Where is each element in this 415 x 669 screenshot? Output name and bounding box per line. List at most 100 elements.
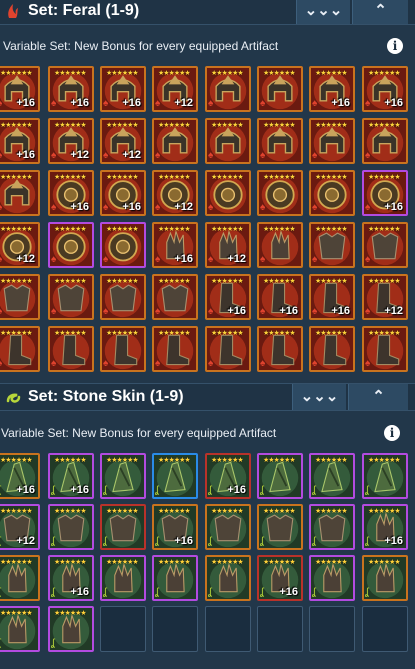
- artifact-slot[interactable]: ★★★★★★ ʆ: [257, 453, 303, 499]
- artifact-slot[interactable]: ★★★★★★ ♠: [100, 274, 146, 320]
- artifact-slot[interactable]: ★★★★★★ ♠ +16: [362, 170, 408, 216]
- artifact-slot[interactable]: ★★★★★★ ʆ +16: [48, 555, 94, 601]
- star-rating: ★★★★★★: [0, 70, 33, 77]
- stone-skin-icon: ʆ: [312, 485, 316, 496]
- info-icon[interactable]: i: [384, 425, 400, 441]
- stone-skin-set-header[interactable]: Set: Stone Skin (1-9) ⌄⌄⌄ ⌃: [0, 383, 415, 411]
- artifact-slot[interactable]: ★★★★★★ ♠ +16: [100, 170, 146, 216]
- artifact-slot[interactable]: ★★★★★★ ʆ: [0, 606, 40, 652]
- artifact-slot[interactable]: ★★★★★★ ♠: [100, 326, 146, 372]
- collapse-section-button[interactable]: ⌃: [352, 0, 408, 24]
- artifact-slot[interactable]: ★★★★★★ ʆ: [309, 555, 355, 601]
- artifact-slot[interactable]: ★★★★★★ ʆ +16: [152, 504, 198, 550]
- artifact-slot[interactable]: ★★★★★★ ♠ +16: [100, 66, 146, 112]
- artifact-slot[interactable]: ★★★★★★ ♠: [152, 118, 198, 164]
- artifact-slot[interactable]: ★★★★★★ ♠ +12: [0, 222, 40, 268]
- artifact-slot[interactable]: ★★★★★★ ♠: [362, 118, 408, 164]
- artifact-slot[interactable]: ★★★★★★ ʆ +16: [48, 453, 94, 499]
- artifact-slot[interactable]: ★★★★★★ ♠: [362, 222, 408, 268]
- artifact-slot[interactable]: ★★★★★★ ♠: [309, 170, 355, 216]
- artifact-slot[interactable]: ★★★★★★ ʆ: [100, 555, 146, 601]
- artifact-slot[interactable]: ★★★★★★ ʆ +16: [362, 504, 408, 550]
- artifact-slot[interactable]: ★★★★★★ ♠ +16: [152, 222, 198, 268]
- artifact-slot[interactable]: ★★★★★★ ♠: [48, 274, 94, 320]
- artifact-slot[interactable]: ★★★★★★ ♠: [0, 326, 40, 372]
- artifact-slot[interactable]: ★★★★★★ ♠: [152, 274, 198, 320]
- artifact-slot[interactable]: ★★★★★★ ʆ: [48, 606, 94, 652]
- stone-skin-icon: ʆ: [260, 485, 264, 496]
- artifact-slot[interactable]: ★★★★★★ ʆ: [100, 504, 146, 550]
- artifact-slot[interactable]: ★★★★★★ ʆ: [309, 504, 355, 550]
- artifact-slot[interactable]: ★★★★★★ ♠: [257, 170, 303, 216]
- artifact-slot[interactable]: ★★★★★★ ♠: [257, 326, 303, 372]
- artifact-level: +16: [384, 201, 403, 213]
- artifact-level: +16: [122, 201, 141, 213]
- artifact-slot[interactable]: ★★★★★★ ♠ +12: [48, 118, 94, 164]
- artifact-slot[interactable]: ★★★★★★ ʆ +12: [0, 504, 40, 550]
- artifact-slot[interactable]: ★★★★★★ ♠ +16: [205, 274, 251, 320]
- artifact-slot[interactable]: ★★★★★★ ♠: [0, 274, 40, 320]
- feral-claw-icon: ♠: [155, 254, 161, 265]
- collapse-all-button[interactable]: ⌄⌄⌄: [296, 0, 350, 24]
- star-rating: ★★★★★★: [263, 174, 296, 181]
- artifact-slot[interactable]: ★★★★★★ ♠ +12: [152, 170, 198, 216]
- artifact-slot[interactable]: ★★★★★★ ʆ: [362, 555, 408, 601]
- artifact-slot[interactable]: ★★★★★★ ʆ: [205, 555, 251, 601]
- artifact-slot[interactable]: ★★★★★★ ♠: [257, 66, 303, 112]
- artifact-slot[interactable]: ★★★★★★ ♠: [205, 118, 251, 164]
- artifact-slot[interactable]: ★★★★★★ ♠ +12: [100, 118, 146, 164]
- artifact-slot[interactable]: ★★★★★★ ʆ +16: [0, 453, 40, 499]
- artifact-slot[interactable]: ★★★★★★ ʆ: [257, 504, 303, 550]
- stone-skin-icon: ʆ: [365, 536, 369, 547]
- star-rating: ★★★★★★: [315, 508, 348, 515]
- feral-set-header[interactable]: Set: Feral (1-9) ⌄⌄⌄ ⌃: [0, 0, 415, 25]
- star-rating: ★★★★★★: [368, 457, 401, 464]
- artifact-slot[interactable]: ★★★★★★ ♠ +16: [257, 274, 303, 320]
- artifact-slot[interactable]: ★★★★★★ ♠ +16: [362, 66, 408, 112]
- feral-claw-icon: ♠: [103, 306, 109, 317]
- star-rating: ★★★★★★: [263, 122, 296, 129]
- feral-claw-icon: ♠: [103, 358, 109, 369]
- artifact-slot[interactable]: ★★★★★★ ♠: [309, 326, 355, 372]
- feral-claw-icon: ♠: [365, 150, 371, 161]
- artifact-slot[interactable]: ★★★★★★ ♠: [205, 66, 251, 112]
- star-rating: ★★★★★★: [158, 559, 191, 566]
- artifact-slot[interactable]: ★★★★★★ ♠: [205, 170, 251, 216]
- artifact-slot[interactable]: ★★★★★★ ♠ +16: [309, 66, 355, 112]
- collapse-all-button[interactable]: ⌄⌄⌄: [292, 384, 346, 410]
- artifact-slot[interactable]: ★★★★★★ ʆ: [309, 453, 355, 499]
- artifact-slot[interactable]: ★★★★★★ ♠ +12: [362, 274, 408, 320]
- collapse-section-button[interactable]: ⌃: [348, 384, 408, 410]
- feral-claw-icon: ♠: [0, 151, 2, 161]
- artifact-slot[interactable]: ★★★★★★ ♠ +12: [205, 222, 251, 268]
- artifact-slot[interactable]: ★★★★★★ ♠ +12: [152, 66, 198, 112]
- artifact-slot[interactable]: ★★★★★★ ♠ +16: [0, 118, 40, 164]
- artifact-slot[interactable]: ★★★★★★ ʆ +16: [205, 453, 251, 499]
- artifact-slot[interactable]: ★★★★★★ ♠: [257, 222, 303, 268]
- artifact-slot[interactable]: ★★★★★★ ʆ: [48, 504, 94, 550]
- artifact-slot[interactable]: ★★★★★★ ♠: [152, 326, 198, 372]
- artifact-slot[interactable]: ★★★★★★ ♠: [362, 326, 408, 372]
- artifact-slot[interactable]: ★★★★★★ ♠: [309, 222, 355, 268]
- feral-claw-icon: ♠: [312, 306, 318, 317]
- artifact-slot[interactable]: ★★★★★★ ʆ: [100, 453, 146, 499]
- artifact-slot[interactable]: ★★★★★★ ʆ: [362, 453, 408, 499]
- info-icon[interactable]: i: [387, 38, 403, 54]
- artifact-slot[interactable]: ★★★★★★ ♠: [48, 326, 94, 372]
- artifact-slot[interactable]: ★★★★★★ ♠ +16: [309, 274, 355, 320]
- artifact-slot[interactable]: ★★★★★★ ʆ: [152, 555, 198, 601]
- artifact-slot[interactable]: ★★★★★★ ʆ: [0, 555, 40, 601]
- artifact-level: +16: [70, 586, 89, 598]
- artifact-slot[interactable]: ★★★★★★ ʆ +16: [257, 555, 303, 601]
- artifact-slot[interactable]: ★★★★★★ ♠: [309, 118, 355, 164]
- artifact-slot[interactable]: ★★★★★★ ♠: [205, 326, 251, 372]
- artifact-slot[interactable]: ★★★★★★ ♠: [48, 222, 94, 268]
- artifact-slot[interactable]: ★★★★★★ ʆ: [205, 504, 251, 550]
- artifact-slot[interactable]: ★★★★★★ ♠ +16: [0, 66, 40, 112]
- artifact-slot[interactable]: ★★★★★★ ♠ +16: [48, 66, 94, 112]
- artifact-slot[interactable]: ★★★★★★ ♠: [100, 222, 146, 268]
- artifact-slot[interactable]: ★★★★★★ ♠ +16: [48, 170, 94, 216]
- artifact-slot[interactable]: ★★★★★★ ♠: [0, 170, 40, 216]
- artifact-slot[interactable]: ★★★★★★ ♠: [257, 118, 303, 164]
- artifact-slot[interactable]: ★★★★★★ ʆ: [152, 453, 198, 499]
